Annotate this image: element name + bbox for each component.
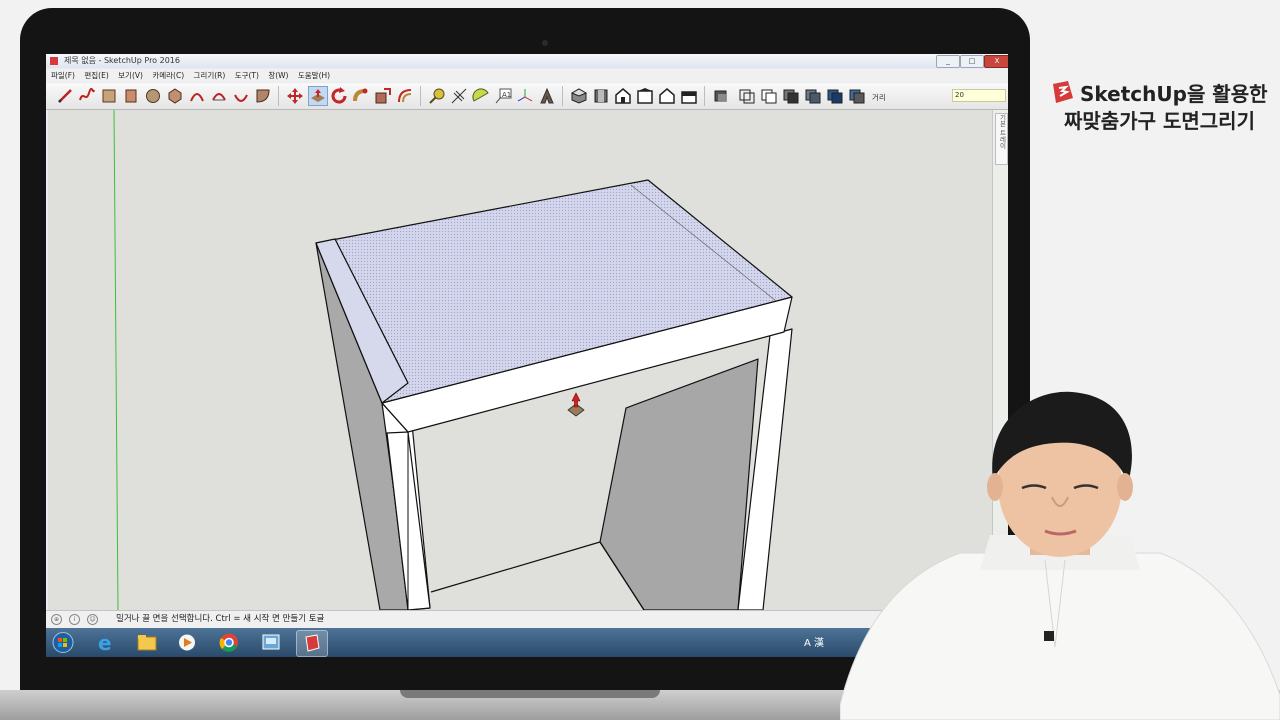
menu-help[interactable]: 도움말(H) [298, 71, 330, 80]
measurement-input[interactable]: 20 [952, 89, 1006, 102]
back-view-icon[interactable] [658, 87, 676, 105]
three-point-arc-icon[interactable] [232, 87, 250, 105]
top-view-icon[interactable] [592, 87, 610, 105]
window-title-bar: 제목 없음 - SketchUp Pro 2016 _ □ X [46, 54, 1008, 68]
file-explorer-icon[interactable] [132, 630, 162, 655]
internet-explorer-icon[interactable]: e [90, 630, 120, 655]
two-point-arc-icon[interactable] [210, 87, 228, 105]
front-view-icon[interactable] [614, 87, 632, 105]
credits-icon[interactable]: i [69, 614, 80, 625]
menu-draw[interactable]: 그리기(R) [194, 71, 226, 80]
dimension-icon[interactable] [450, 87, 468, 105]
rotated-rectangle-icon[interactable] [122, 87, 140, 105]
minimize-button[interactable]: _ [936, 55, 960, 68]
svg-text:A1: A1 [502, 91, 511, 99]
scale-icon[interactable] [374, 87, 392, 105]
measurement-label: 거리 [872, 93, 886, 102]
protractor-icon[interactable] [472, 87, 490, 105]
sketchup-taskbar-button[interactable] [296, 630, 328, 657]
green-axis-line [113, 109, 119, 611]
svg-text:e: e [98, 631, 112, 655]
hidden-line-style-icon[interactable] [760, 87, 778, 105]
webcam [542, 40, 548, 46]
laptop-notch [400, 690, 660, 698]
large-toolset: A1 거리 20 [46, 83, 1008, 110]
sketchup-app-icon [50, 57, 58, 65]
presenter-figure [840, 391, 1280, 720]
start-button[interactable] [48, 630, 78, 655]
rotate-icon[interactable] [330, 87, 348, 105]
axes-icon[interactable] [516, 87, 534, 105]
iso-view-icon[interactable] [570, 87, 588, 105]
media-player-icon[interactable] [172, 630, 202, 655]
freehand-icon[interactable] [78, 87, 96, 105]
move-icon[interactable] [286, 87, 304, 105]
shaded-style-icon[interactable] [782, 87, 800, 105]
left-view-icon[interactable] [680, 87, 698, 105]
maximize-button[interactable]: □ [960, 55, 984, 68]
pie-icon[interactable] [254, 87, 272, 105]
menu-file[interactable]: 파일(F) [51, 71, 75, 80]
push-pull-icon[interactable] [308, 86, 328, 106]
sketchup-logo-icon [1053, 81, 1073, 103]
pencil-icon[interactable] [56, 87, 74, 105]
default-tray-tab[interactable]: 기본 트레이 [995, 113, 1008, 165]
chrome-icon[interactable] [214, 630, 244, 655]
follow-me-icon[interactable] [352, 87, 370, 105]
text-icon[interactable]: A1 [494, 87, 512, 105]
window-title: 제목 없음 - SketchUp Pro 2016 [64, 56, 180, 65]
xray-style-icon[interactable] [712, 87, 730, 105]
rectangle-icon[interactable] [100, 87, 118, 105]
brand-subtitle: 짜맞춤가구 도면그리기 [1064, 109, 1255, 133]
close-button[interactable]: X [984, 55, 1008, 68]
user-icon[interactable]: ☺ [87, 614, 98, 625]
menu-camera[interactable]: 카메라(C) [152, 71, 184, 80]
wireframe-style-icon[interactable] [738, 87, 756, 105]
cabinet-model [315, 179, 793, 611]
network-app-icon[interactable] [256, 630, 286, 655]
textured-style-icon[interactable] [804, 87, 822, 105]
polygon-icon[interactable] [166, 87, 184, 105]
menu-edit[interactable]: 편집(E) [84, 71, 108, 80]
monochrome-style-icon[interactable] [826, 87, 844, 105]
3d-text-icon[interactable] [538, 87, 556, 105]
push-pull-cursor-icon [567, 392, 585, 417]
tape-measure-icon[interactable] [428, 87, 446, 105]
menu-window[interactable]: 창(W) [268, 71, 288, 80]
brand-title: SketchUp을 활용한 [1080, 82, 1268, 106]
menu-bar: 파일(F) 편집(E) 보기(V) 카메라(C) 그리기(R) 도구(T) 창(… [46, 69, 1008, 82]
color-by-layer-icon[interactable] [848, 87, 866, 105]
circle-icon[interactable] [144, 87, 162, 105]
geo-location-icon[interactable]: ⊕ [51, 614, 62, 625]
arc-icon[interactable] [188, 87, 206, 105]
status-text: 밀거나 끌 면을 선택합니다. Ctrl = 새 시작 면 만들기 토글 [116, 614, 325, 624]
ime-indicator[interactable]: A 漢 [804, 634, 824, 649]
offset-icon[interactable] [396, 87, 414, 105]
right-view-icon[interactable] [636, 87, 654, 105]
menu-tools[interactable]: 도구(T) [235, 71, 259, 80]
menu-view[interactable]: 보기(V) [118, 71, 143, 80]
